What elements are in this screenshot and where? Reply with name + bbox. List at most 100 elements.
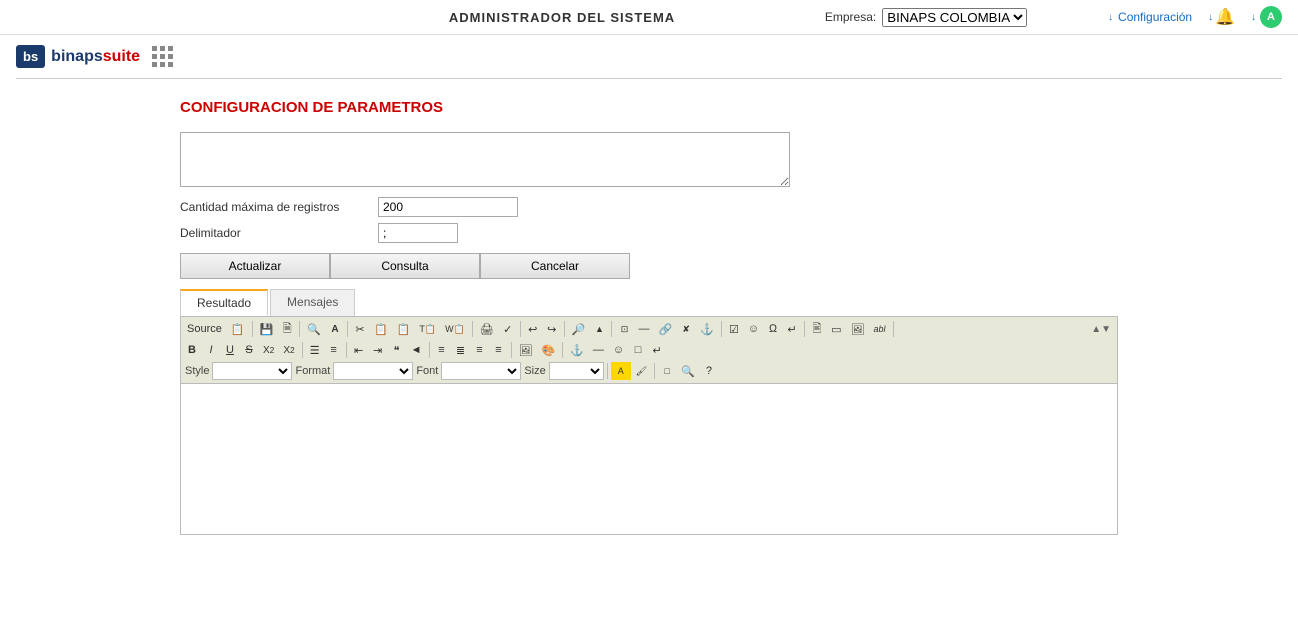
- cantidad-input[interactable]: [378, 197, 518, 217]
- new-doc-btn[interactable]: 🗎: [278, 320, 296, 338]
- special-char-btn[interactable]: Ω: [764, 320, 782, 338]
- sup-btn[interactable]: X2: [279, 341, 298, 359]
- logo-binaps: binapssuite: [51, 48, 140, 66]
- templates-btn[interactable]: ↵: [648, 341, 666, 359]
- bg-color-btn[interactable]: 🖌: [632, 362, 651, 380]
- main-content: CONFIGURACION DE PARAMETROS Cantidad máx…: [0, 79, 1298, 555]
- style-select[interactable]: [212, 362, 292, 380]
- paste-word-btn[interactable]: W📋: [441, 320, 469, 338]
- anchor2-btn[interactable]: ⚓: [566, 341, 588, 359]
- consulta-button[interactable]: Consulta: [330, 253, 480, 279]
- align-center-btn[interactable]: ≣: [452, 341, 470, 359]
- empresa-select[interactable]: BINAPS COLOMBIA: [882, 8, 1027, 27]
- fg-color-btn[interactable]: A: [611, 362, 631, 380]
- checkbox-btn[interactable]: ☑: [725, 320, 743, 338]
- delimitador-input[interactable]: [378, 223, 458, 243]
- horiz-rule-btn[interactable]: —: [634, 320, 653, 338]
- sep14: [511, 342, 512, 358]
- hr-btn[interactable]: —: [589, 341, 608, 359]
- sep13: [429, 342, 430, 358]
- image2-btn[interactable]: 🖼: [847, 320, 869, 338]
- undo-btn[interactable]: ↩: [524, 320, 542, 338]
- zoom-btn[interactable]: 🔍: [677, 362, 699, 380]
- delimitador-row: Delimitador: [180, 223, 1118, 243]
- unlink-btn[interactable]: ✘: [677, 320, 695, 338]
- notification-icon[interactable]: ↓ 🔔: [1208, 7, 1235, 27]
- help-btn[interactable]: ?: [700, 362, 718, 380]
- selectall-btn[interactable]: A: [326, 320, 344, 338]
- editor-container: Source 📋 💾 🗎 🔍 A ✂ 📋 📋 T📋 W📋 🖨 ✓ ↩: [180, 316, 1118, 535]
- font-label: Font: [416, 365, 438, 377]
- editor-body[interactable]: [181, 384, 1117, 534]
- redo-btn[interactable]: ↪: [543, 320, 561, 338]
- copy-doc-btn[interactable]: 📋: [227, 320, 249, 338]
- cancelar-button[interactable]: Cancelar: [480, 253, 630, 279]
- logobar: bs binapssuite: [0, 35, 1298, 78]
- outdent-btn[interactable]: ⇤: [350, 341, 368, 359]
- strike-btn[interactable]: S: [240, 341, 258, 359]
- editor-toolbar: Source 📋 💾 🗎 🔍 A ✂ 📋 📋 T📋 W📋 🖨 ✓ ↩: [181, 317, 1117, 384]
- paste-text-btn[interactable]: T📋: [415, 320, 440, 338]
- user-avatar[interactable]: A: [1260, 6, 1282, 28]
- preview-btn[interactable]: 🔍: [303, 320, 325, 338]
- params-textarea[interactable]: [180, 132, 790, 187]
- blockquote-btn[interactable]: ❝: [388, 341, 406, 359]
- tab-resultado[interactable]: Resultado: [180, 289, 268, 316]
- media-btn[interactable]: □: [629, 341, 647, 359]
- source-btn[interactable]: Source: [183, 320, 226, 338]
- anchor-btn[interactable]: ⚓: [696, 320, 718, 338]
- tabs-row: Resultado Mensajes: [180, 289, 1118, 316]
- emoji-btn[interactable]: ☺: [609, 341, 628, 359]
- button-row: Actualizar Consulta Cancelar: [180, 253, 1118, 279]
- user-arrow: ↓: [1251, 12, 1256, 23]
- print-btn[interactable]: 🖨: [476, 320, 498, 338]
- topbar: ADMINISTRADOR DEL SISTEMA Empresa: BINAP…: [0, 0, 1298, 35]
- actualizar-button[interactable]: Actualizar: [180, 253, 330, 279]
- italic-btn[interactable]: I: [202, 341, 220, 359]
- align-left-btn[interactable]: ≡: [433, 341, 451, 359]
- bold-btn[interactable]: B: [183, 341, 201, 359]
- sep2: [299, 321, 300, 337]
- topbar-right: ↓ Configuración ↓ 🔔 ↓ A: [1108, 6, 1282, 28]
- sep12: [346, 342, 347, 358]
- align-justify-btn[interactable]: ≡: [490, 341, 508, 359]
- page-break-btn[interactable]: ↵: [783, 320, 801, 338]
- format-select[interactable]: [333, 362, 413, 380]
- font-select[interactable]: [441, 362, 521, 380]
- size-select[interactable]: [549, 362, 604, 380]
- sep11: [302, 342, 303, 358]
- unordered-list-btn[interactable]: ≡: [325, 341, 343, 359]
- configuracion-link[interactable]: ↓ Configuración: [1108, 10, 1192, 24]
- smiley-btn[interactable]: ☺: [744, 320, 763, 338]
- section-title: CONFIGURACION DE PARAMETROS: [180, 99, 1118, 116]
- underline-btn[interactable]: U: [221, 341, 239, 359]
- ordered-list-btn[interactable]: ☰: [306, 341, 324, 359]
- dir-btn[interactable]: ◄: [407, 341, 426, 359]
- tab-mensajes[interactable]: Mensajes: [270, 289, 355, 316]
- sep1: [252, 321, 253, 337]
- abbr-btn[interactable]: abl: [869, 320, 889, 338]
- toolbar-row2: B I U S X2 X2 ☰ ≡ ⇤ ⇥ ❝ ◄ ≡ ≣ ≡ ≡ 🖼: [183, 340, 1115, 360]
- replace-btn[interactable]: ▲: [590, 320, 608, 338]
- cantidad-label: Cantidad máxima de registros: [180, 200, 370, 214]
- copy2-btn[interactable]: 📋: [370, 320, 392, 338]
- find-btn[interactable]: 🔎: [568, 320, 590, 338]
- paste-btn[interactable]: 📋: [393, 320, 415, 338]
- styles2-btn[interactable]: □: [658, 362, 676, 380]
- font-color-btn[interactable]: 🎨: [537, 341, 559, 359]
- logo-bs: bs: [16, 45, 45, 68]
- iframe-btn[interactable]: ▭: [827, 320, 845, 338]
- link-btn[interactable]: 🔗: [654, 320, 676, 338]
- cut-btn[interactable]: ✂: [351, 320, 369, 338]
- format-label: Format: [295, 365, 330, 377]
- scroll-arrows: ▲ ▼: [897, 324, 1112, 335]
- sub-btn[interactable]: X2: [259, 341, 278, 359]
- align-right-btn[interactable]: ≡: [471, 341, 489, 359]
- form-btn[interactable]: 🖹: [808, 320, 826, 338]
- table-btn[interactable]: ⊡: [615, 320, 633, 338]
- spell-btn[interactable]: ✓: [499, 320, 517, 338]
- save-btn[interactable]: 💾: [256, 320, 278, 338]
- toolbar-row3: Style Format Font Size A 🖌 □ 🔍 ?: [183, 361, 1115, 381]
- image-insert-btn[interactable]: 🖼: [515, 341, 537, 359]
- indent-btn[interactable]: ⇥: [369, 341, 387, 359]
